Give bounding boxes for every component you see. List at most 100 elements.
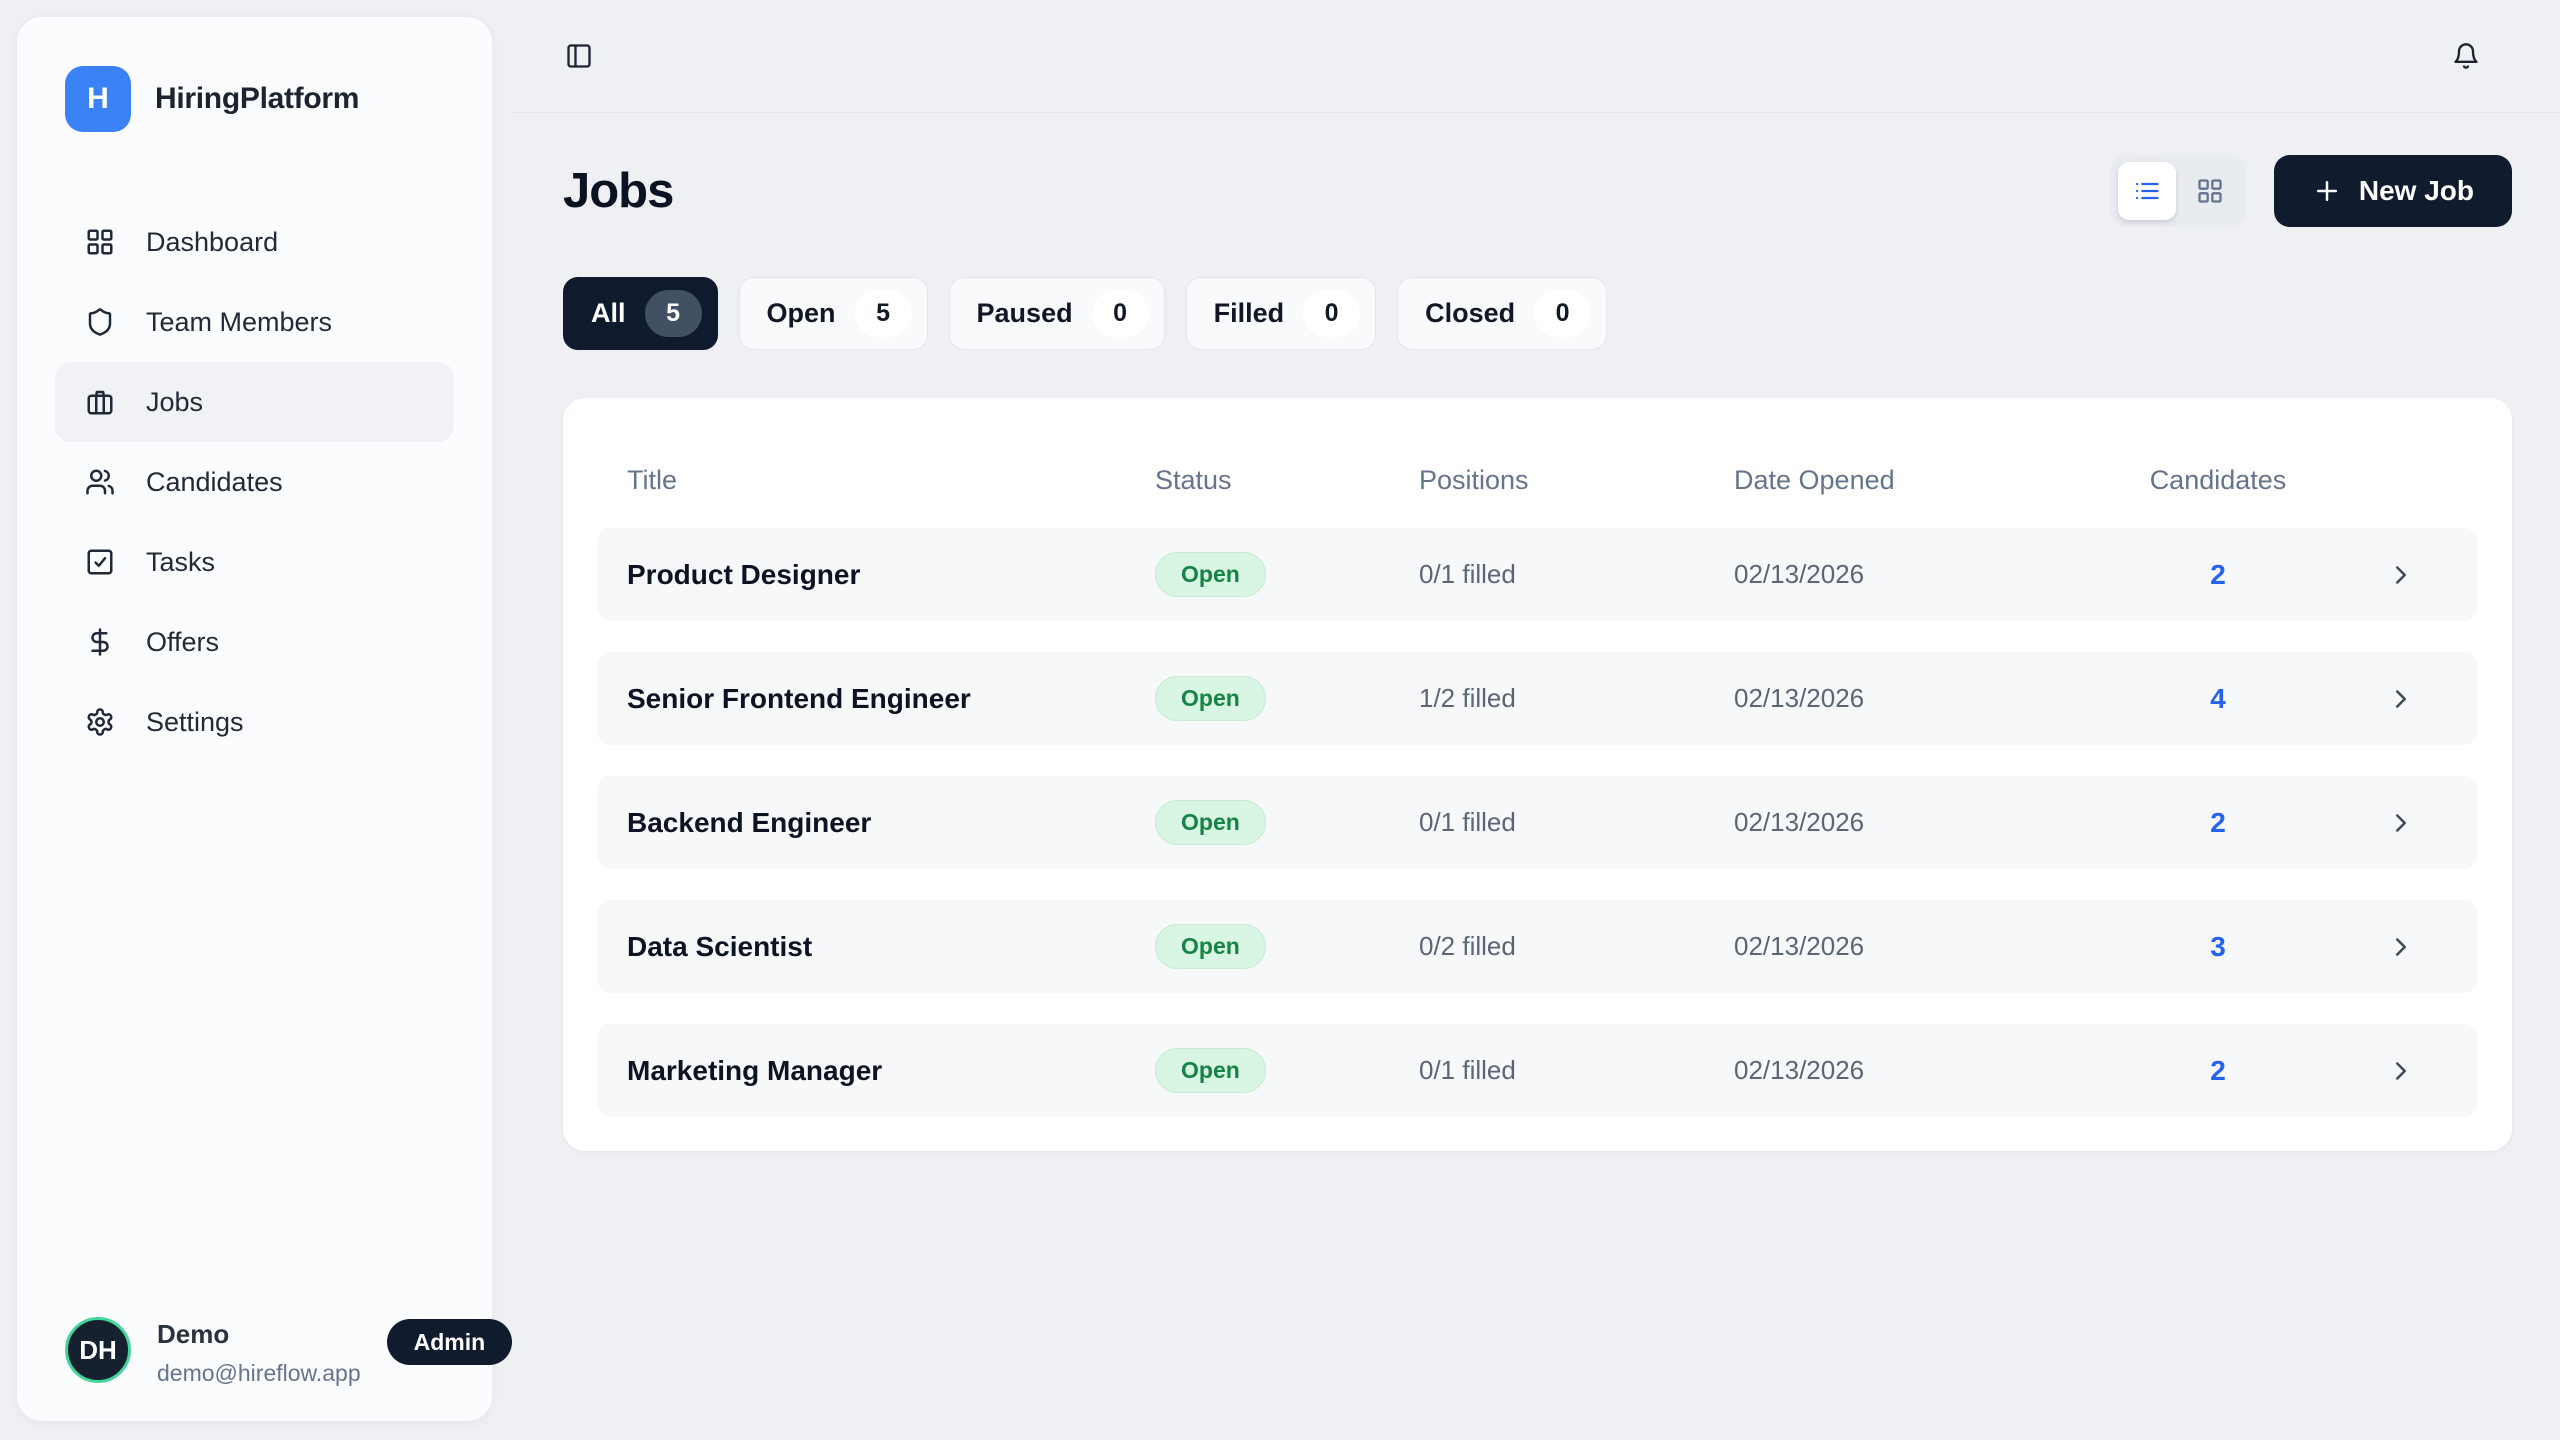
table-row[interactable]: Senior Frontend Engineer Open 1/2 filled… <box>597 652 2478 745</box>
chevron-right-icon[interactable] <box>2386 560 2478 590</box>
table-row[interactable]: Data Scientist Open 0/2 filled 02/13/202… <box>597 900 2478 993</box>
filter-label: Paused <box>977 298 1073 329</box>
date-opened-cell: 02/13/2026 <box>1734 931 2133 962</box>
job-title: Marketing Manager <box>627 1055 1155 1087</box>
sidebar-item-candidates[interactable]: Candidates <box>55 442 454 522</box>
status-badge: Open <box>1155 1048 1266 1093</box>
positions-cell: 0/1 filled <box>1419 1055 1734 1086</box>
sidebar-item-label: Tasks <box>146 547 215 578</box>
sidebar-item-dashboard[interactable]: Dashboard <box>55 202 454 282</box>
column-header-positions: Positions <box>1419 465 1734 496</box>
gear-icon <box>85 707 115 737</box>
filter-count-badge: 5 <box>645 290 702 337</box>
candidates-count-link[interactable]: 3 <box>2133 931 2303 963</box>
positions-cell: 0/1 filled <box>1419 559 1734 590</box>
avatar-initials: DH <box>79 1335 117 1366</box>
sidebar-item-label: Jobs <box>146 387 203 418</box>
panel-left-icon <box>565 42 593 70</box>
filter-label: All <box>591 298 626 329</box>
filter-all[interactable]: All 5 <box>563 277 718 350</box>
column-header-status: Status <box>1155 465 1419 496</box>
grid-view-button[interactable] <box>2181 162 2239 220</box>
candidates-count-link[interactable]: 2 <box>2133 807 2303 839</box>
sidebar-item-team-members[interactable]: Team Members <box>55 282 454 362</box>
status-badge: Open <box>1155 924 1266 969</box>
user-email: demo@hireflow.app <box>157 1360 361 1387</box>
candidates-count-link[interactable]: 2 <box>2133 559 2303 591</box>
positions-cell: 0/2 filled <box>1419 931 1734 962</box>
date-opened-cell: 02/13/2026 <box>1734 683 2133 714</box>
status-badge: Open <box>1155 676 1266 721</box>
brand-name: HiringPlatform <box>155 82 359 116</box>
chevron-right-icon[interactable] <box>2386 808 2478 838</box>
bell-icon <box>2452 42 2480 70</box>
list-view-button[interactable] <box>2118 162 2176 220</box>
chevron-right-icon[interactable] <box>2386 932 2478 962</box>
job-title: Product Designer <box>627 559 1155 591</box>
status-badge: Open <box>1155 800 1266 845</box>
column-header-date-opened: Date Opened <box>1734 465 2133 496</box>
filter-count-badge: 0 <box>1303 290 1360 337</box>
column-header-candidates: Candidates <box>2133 465 2303 496</box>
status-badge: Open <box>1155 552 1266 597</box>
plus-icon <box>2312 176 2342 206</box>
filter-open[interactable]: Open 5 <box>739 277 928 350</box>
new-job-button[interactable]: New Job <box>2274 155 2512 227</box>
sidebar-item-tasks[interactable]: Tasks <box>55 522 454 602</box>
column-header-title: Title <box>627 465 1155 496</box>
date-opened-cell: 02/13/2026 <box>1734 807 2133 838</box>
filter-count-badge: 0 <box>1092 290 1149 337</box>
page-header: Jobs <box>563 155 2512 227</box>
page-title: Jobs <box>563 163 673 219</box>
briefcase-icon <box>85 387 115 417</box>
filter-label: Open <box>767 298 836 329</box>
sidebar-item-offers[interactable]: Offers <box>55 602 454 682</box>
sidebar-item-label: Candidates <box>146 467 283 498</box>
brand: H HiringPlatform <box>17 17 492 132</box>
positions-cell: 1/2 filled <box>1419 683 1734 714</box>
chevron-right-icon[interactable] <box>2386 684 2478 714</box>
table-row[interactable]: Marketing Manager Open 0/1 filled 02/13/… <box>597 1024 2478 1117</box>
filter-filled[interactable]: Filled 0 <box>1186 277 1377 350</box>
status-filters: All 5 Open 5 Paused 0 Filled 0 Closed 0 <box>563 277 2512 350</box>
filter-paused[interactable]: Paused 0 <box>949 277 1165 350</box>
sidebar-item-label: Settings <box>146 707 244 738</box>
filter-count-badge: 0 <box>1534 290 1591 337</box>
table-row[interactable]: Backend Engineer Open 0/1 filled 02/13/2… <box>597 776 2478 869</box>
sidebar-item-label: Dashboard <box>146 227 278 258</box>
chevron-right-icon[interactable] <box>2386 1056 2478 1086</box>
job-title: Data Scientist <box>627 931 1155 963</box>
date-opened-cell: 02/13/2026 <box>1734 1055 2133 1086</box>
topbar <box>511 0 2560 113</box>
list-icon <box>2133 177 2161 205</box>
sidebar-item-jobs[interactable]: Jobs <box>55 362 454 442</box>
avatar: DH <box>65 1317 131 1383</box>
candidates-count-link[interactable]: 4 <box>2133 683 2303 715</box>
positions-cell: 0/1 filled <box>1419 807 1734 838</box>
notifications-button[interactable] <box>2446 36 2486 76</box>
new-job-label: New Job <box>2359 175 2474 207</box>
users-icon <box>85 467 115 497</box>
role-badge: Admin <box>387 1319 513 1365</box>
table-row[interactable]: Product Designer Open 0/1 filled 02/13/2… <box>597 528 2478 621</box>
task-check-icon <box>85 547 115 577</box>
date-opened-cell: 02/13/2026 <box>1734 559 2133 590</box>
shield-icon <box>85 307 115 337</box>
job-title: Senior Frontend Engineer <box>627 683 1155 715</box>
sidebar-item-settings[interactable]: Settings <box>55 682 454 762</box>
job-title: Backend Engineer <box>627 807 1155 839</box>
candidates-count-link[interactable]: 2 <box>2133 1055 2303 1087</box>
dashboard-icon <box>85 227 115 257</box>
filter-closed[interactable]: Closed 0 <box>1397 277 1607 350</box>
filter-label: Closed <box>1425 298 1515 329</box>
header-actions: New Job <box>2111 155 2512 227</box>
sidebar-item-label: Team Members <box>146 307 332 338</box>
user-card[interactable]: DH Demo demo@hireflow.app Admin <box>65 1317 452 1387</box>
sidebar-item-label: Offers <box>146 627 219 658</box>
sidebar-nav: Dashboard Team Members Jobs Candidates T… <box>17 202 492 762</box>
sidebar-toggle-button[interactable] <box>559 36 599 76</box>
dollar-icon <box>85 627 115 657</box>
filter-count-badge: 5 <box>855 290 912 337</box>
user-name: Demo <box>157 1319 361 1350</box>
jobs-table-card: Title Status Positions Date Opened Candi… <box>563 398 2512 1151</box>
